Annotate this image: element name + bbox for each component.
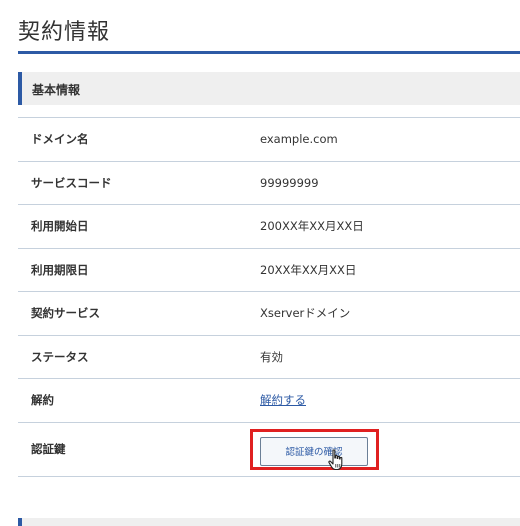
- next-section-header: [18, 518, 520, 526]
- table-row-start-date: 利用開始日 200XX年XX月XX日: [18, 204, 520, 248]
- row-label: 利用期限日: [31, 262, 89, 277]
- status-value: 有効: [260, 349, 283, 364]
- table-row-auth-key: 認証鍵 認証鍵の確認: [18, 421, 520, 477]
- table-row-status: ステータス 有効: [18, 334, 520, 379]
- row-label: 利用開始日: [31, 219, 89, 234]
- row-value: example.com: [260, 132, 338, 147]
- section-header-label: 基本情報: [32, 83, 81, 97]
- page-title: 契約情報: [18, 20, 111, 45]
- auth-key-confirm-button[interactable]: 認証鍵の確認: [260, 436, 368, 466]
- table-row-contract-service: 契約サービス Xserverドメイン: [18, 291, 520, 335]
- table-row-service-code: サービスコード 99999999: [18, 160, 520, 205]
- row-label: 解約: [31, 393, 54, 408]
- info-table: ドメイン名 example.com サービスコード 99999999 利用開始日…: [18, 117, 520, 477]
- table-row-domain: ドメイン名 example.com: [18, 117, 520, 161]
- hand-pointer-icon: [328, 448, 343, 470]
- cancel-link[interactable]: 解約する: [260, 392, 306, 408]
- row-label: 認証鍵: [31, 442, 66, 456]
- row-value: 99999999: [260, 175, 319, 190]
- row-label: 契約サービス: [31, 306, 100, 321]
- row-value: 200XX年XX月XX日: [260, 219, 364, 234]
- section-header-basic-info: 基本情報: [18, 72, 520, 105]
- table-row-cancel: 解約 解約する: [18, 378, 520, 422]
- row-label: サービスコード: [31, 175, 112, 190]
- row-label: ドメイン名: [31, 132, 89, 147]
- title-divider: [18, 51, 520, 54]
- row-value: Xserverドメイン: [260, 306, 351, 321]
- row-label: ステータス: [31, 349, 89, 364]
- row-value: 20XX年XX月XX日: [260, 262, 357, 277]
- table-row-expiry-date: 利用期限日 20XX年XX月XX日: [18, 247, 520, 292]
